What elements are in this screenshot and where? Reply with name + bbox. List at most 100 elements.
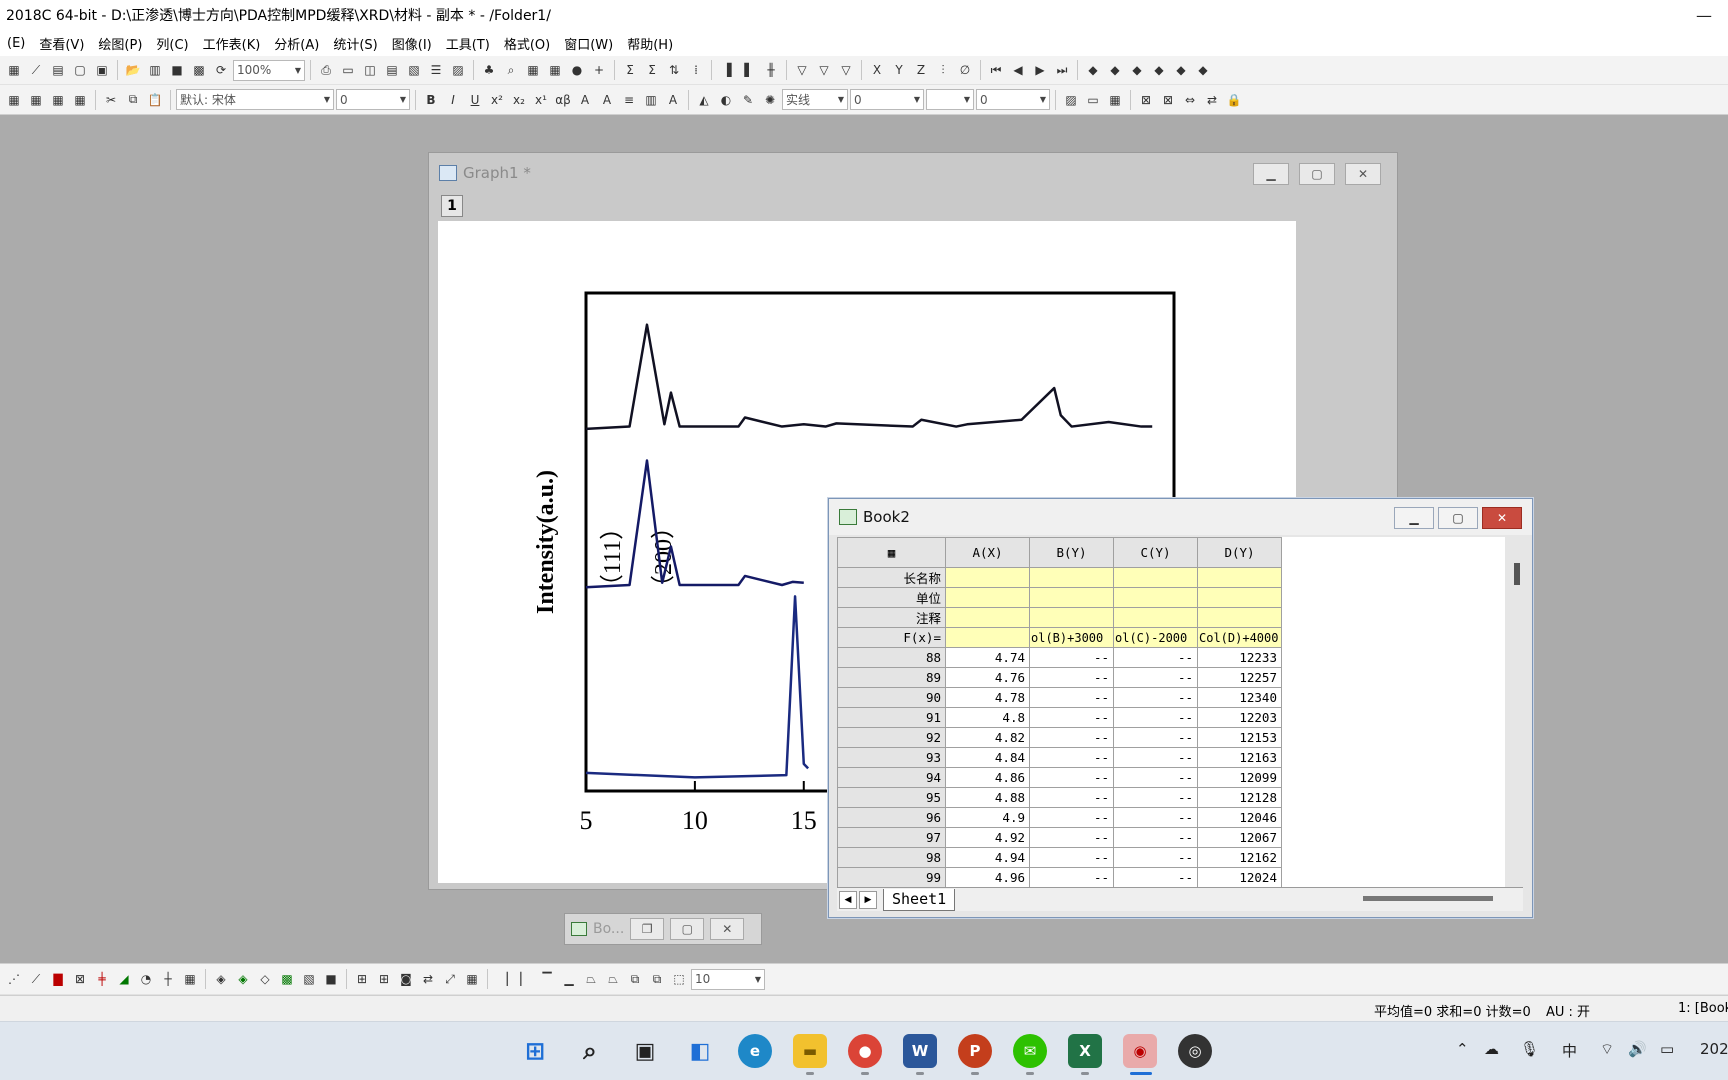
set-z-icon[interactable]: Z	[911, 60, 931, 80]
horizontal-scrollbar[interactable]	[1363, 896, 1493, 901]
sort-icon[interactable]: ⇅	[664, 60, 684, 80]
polar-icon[interactable]: ◔	[136, 969, 156, 989]
layer-list-icon[interactable]: ▨	[448, 60, 468, 80]
hatch-icon[interactable]: ▨	[1061, 90, 1081, 110]
grid-icon[interactable]: ▦	[1105, 90, 1125, 110]
layer-manage-icon[interactable]: ▦	[462, 969, 482, 989]
app-icon[interactable]: ◆	[1105, 60, 1125, 80]
restore-icon[interactable]: ❐	[630, 918, 665, 940]
fill-value-combo[interactable]: 0 ▼	[976, 89, 1050, 110]
windows-start-icon[interactable]: ⊞	[518, 1034, 552, 1068]
rescale-icon[interactable]: ⤢	[440, 969, 460, 989]
results-log-icon[interactable]: ▤	[382, 60, 402, 80]
underline-icon[interactable]: U	[465, 90, 485, 110]
increase-font-icon[interactable]: A	[575, 90, 595, 110]
symbol-size-combo[interactable]: ▼	[926, 89, 974, 110]
status-au[interactable]: AU : 开	[1546, 1001, 1590, 1020]
excel-icon[interactable]: X	[1068, 1034, 1102, 1068]
app-3-icon[interactable]: ◆	[1149, 60, 1169, 80]
zoom-combo[interactable]: 100% ▼	[233, 59, 305, 81]
layer-tab[interactable]: 1	[441, 195, 463, 217]
line-style-combo[interactable]: 实线 ▼	[782, 89, 848, 110]
flip-icon[interactable]: ⇄	[1202, 90, 1222, 110]
clock-year[interactable]: 202	[1700, 1040, 1728, 1058]
back-icon[interactable]: ⧉	[647, 969, 667, 989]
symbol-icon[interactable]: ✺	[760, 90, 780, 110]
3d-surface-icon[interactable]: ◈	[211, 969, 231, 989]
obs-icon[interactable]: ◎	[1178, 1034, 1212, 1068]
same-height-icon[interactable]: ⏢	[603, 969, 623, 989]
align-top-icon[interactable]: ▔	[537, 969, 557, 989]
recalc-icon[interactable]: ⟳	[211, 60, 231, 80]
menu-worksheet[interactable]: 工作表(K)	[196, 34, 268, 53]
chevron-up-icon[interactable]: ⌃	[1456, 1040, 1469, 1058]
3d-bar-icon[interactable]: ◈	[233, 969, 253, 989]
scroll-thumb[interactable]	[1514, 563, 1520, 585]
paste-icon[interactable]: 📋	[145, 90, 165, 110]
pattern-icon[interactable]: ▥	[641, 90, 661, 110]
row-header-comments[interactable]: 注释	[837, 607, 946, 628]
contour-icon[interactable]: ▩	[277, 969, 297, 989]
app-5-icon[interactable]: ◆	[1193, 60, 1213, 80]
next-icon[interactable]: ▶	[1030, 60, 1050, 80]
pattern-fill-icon[interactable]: ◐	[716, 90, 736, 110]
wifi-icon[interactable]: ⌔	[1600, 1040, 1614, 1059]
fill-color-icon[interactable]: ◭	[694, 90, 714, 110]
set-x-icon[interactable]: X	[867, 60, 887, 80]
table-icon[interactable]: ▦	[523, 60, 543, 80]
command-window-icon[interactable]: ☰	[426, 60, 446, 80]
bold-icon[interactable]: B	[421, 90, 441, 110]
layout-icon[interactable]: ⊞	[352, 969, 372, 989]
line-width-combo[interactable]: 0 ▼	[850, 89, 924, 110]
search-icon[interactable]: ⌕	[573, 1034, 607, 1068]
menu-image[interactable]: 图像(I)	[385, 34, 439, 53]
3d-wire-icon[interactable]: ◇	[255, 969, 275, 989]
open-template-icon[interactable]: ▥	[145, 60, 165, 80]
close-icon[interactable]: ✕	[1345, 163, 1381, 185]
menu-view[interactable]: 查看(V)	[32, 34, 91, 53]
image-plot-icon[interactable]: ▧	[299, 969, 319, 989]
filter-icon[interactable]: ▽	[792, 60, 812, 80]
set-column-values-icon[interactable]: ⁞	[686, 60, 706, 80]
close-icon[interactable]: ✕	[1482, 507, 1522, 529]
merge-graph-icon[interactable]: ⊞	[374, 969, 394, 989]
align-bottom-icon[interactable]: ▁	[559, 969, 579, 989]
superscript-icon[interactable]: x²	[487, 90, 507, 110]
column-header-d[interactable]: D(Y)	[1197, 537, 1282, 568]
menu-window[interactable]: 窗口(W)	[557, 34, 620, 53]
save-template-icon[interactable]: ▩	[189, 60, 209, 80]
minimize-icon[interactable]: ▁	[1394, 507, 1434, 529]
tab-prev-icon[interactable]: ◀	[839, 890, 857, 909]
formula-cell-a[interactable]	[945, 627, 1030, 648]
last-icon[interactable]: ⏭	[1052, 60, 1072, 80]
ime-indicator[interactable]: 中	[1562, 1040, 1577, 1061]
font-size-combo[interactable]: 0 ▼	[336, 89, 410, 110]
refresh-icon[interactable]: ▭	[338, 60, 358, 80]
column-plot-icon[interactable]: ▐	[717, 60, 737, 80]
add-layer-icon[interactable]: ▦	[4, 90, 24, 110]
worksheet-grid[interactable]: ▦ A(X) B(Y) C(Y) D(Y) 长名称 单位 注释 F(x)= ol…	[837, 537, 1505, 887]
cut-icon[interactable]: ✂	[101, 90, 121, 110]
wechat-icon[interactable]: ✉	[1013, 1034, 1047, 1068]
menu-help[interactable]: 帮助(H)	[620, 34, 680, 53]
sum-icon[interactable]: Σ	[620, 60, 640, 80]
vertical-scrollbar[interactable]	[1510, 557, 1524, 877]
formula-cell-d[interactable]: Col(D)+4000	[1197, 627, 1282, 648]
area-chart-icon[interactable]: ◢	[114, 969, 134, 989]
graph-window-title[interactable]: Graph1 *	[429, 153, 1397, 193]
mask-icon[interactable]: ●	[567, 60, 587, 80]
project-explorer-icon[interactable]: ◫	[360, 60, 380, 80]
font-color-icon[interactable]: A	[663, 90, 683, 110]
data-reader-icon[interactable]: ⌕	[501, 60, 521, 80]
new-layout-icon[interactable]: ▣	[92, 60, 112, 80]
column-header-a[interactable]: A(X)	[945, 537, 1030, 568]
stock-icon[interactable]: ┼	[158, 969, 178, 989]
minimized-book-window[interactable]: Bo... ❐ ▢ ✕	[564, 913, 762, 945]
menu-statistics[interactable]: 统计(S)	[326, 34, 384, 53]
new-matrix-icon[interactable]: ▤	[48, 60, 68, 80]
row-header-units[interactable]: 单位	[837, 587, 946, 608]
row-header-formula[interactable]: F(x)=	[837, 627, 946, 648]
border-icon[interactable]: ▭	[1083, 90, 1103, 110]
move-icon[interactable]: ⇔	[1180, 90, 1200, 110]
template-icon[interactable]: ▦	[180, 969, 200, 989]
